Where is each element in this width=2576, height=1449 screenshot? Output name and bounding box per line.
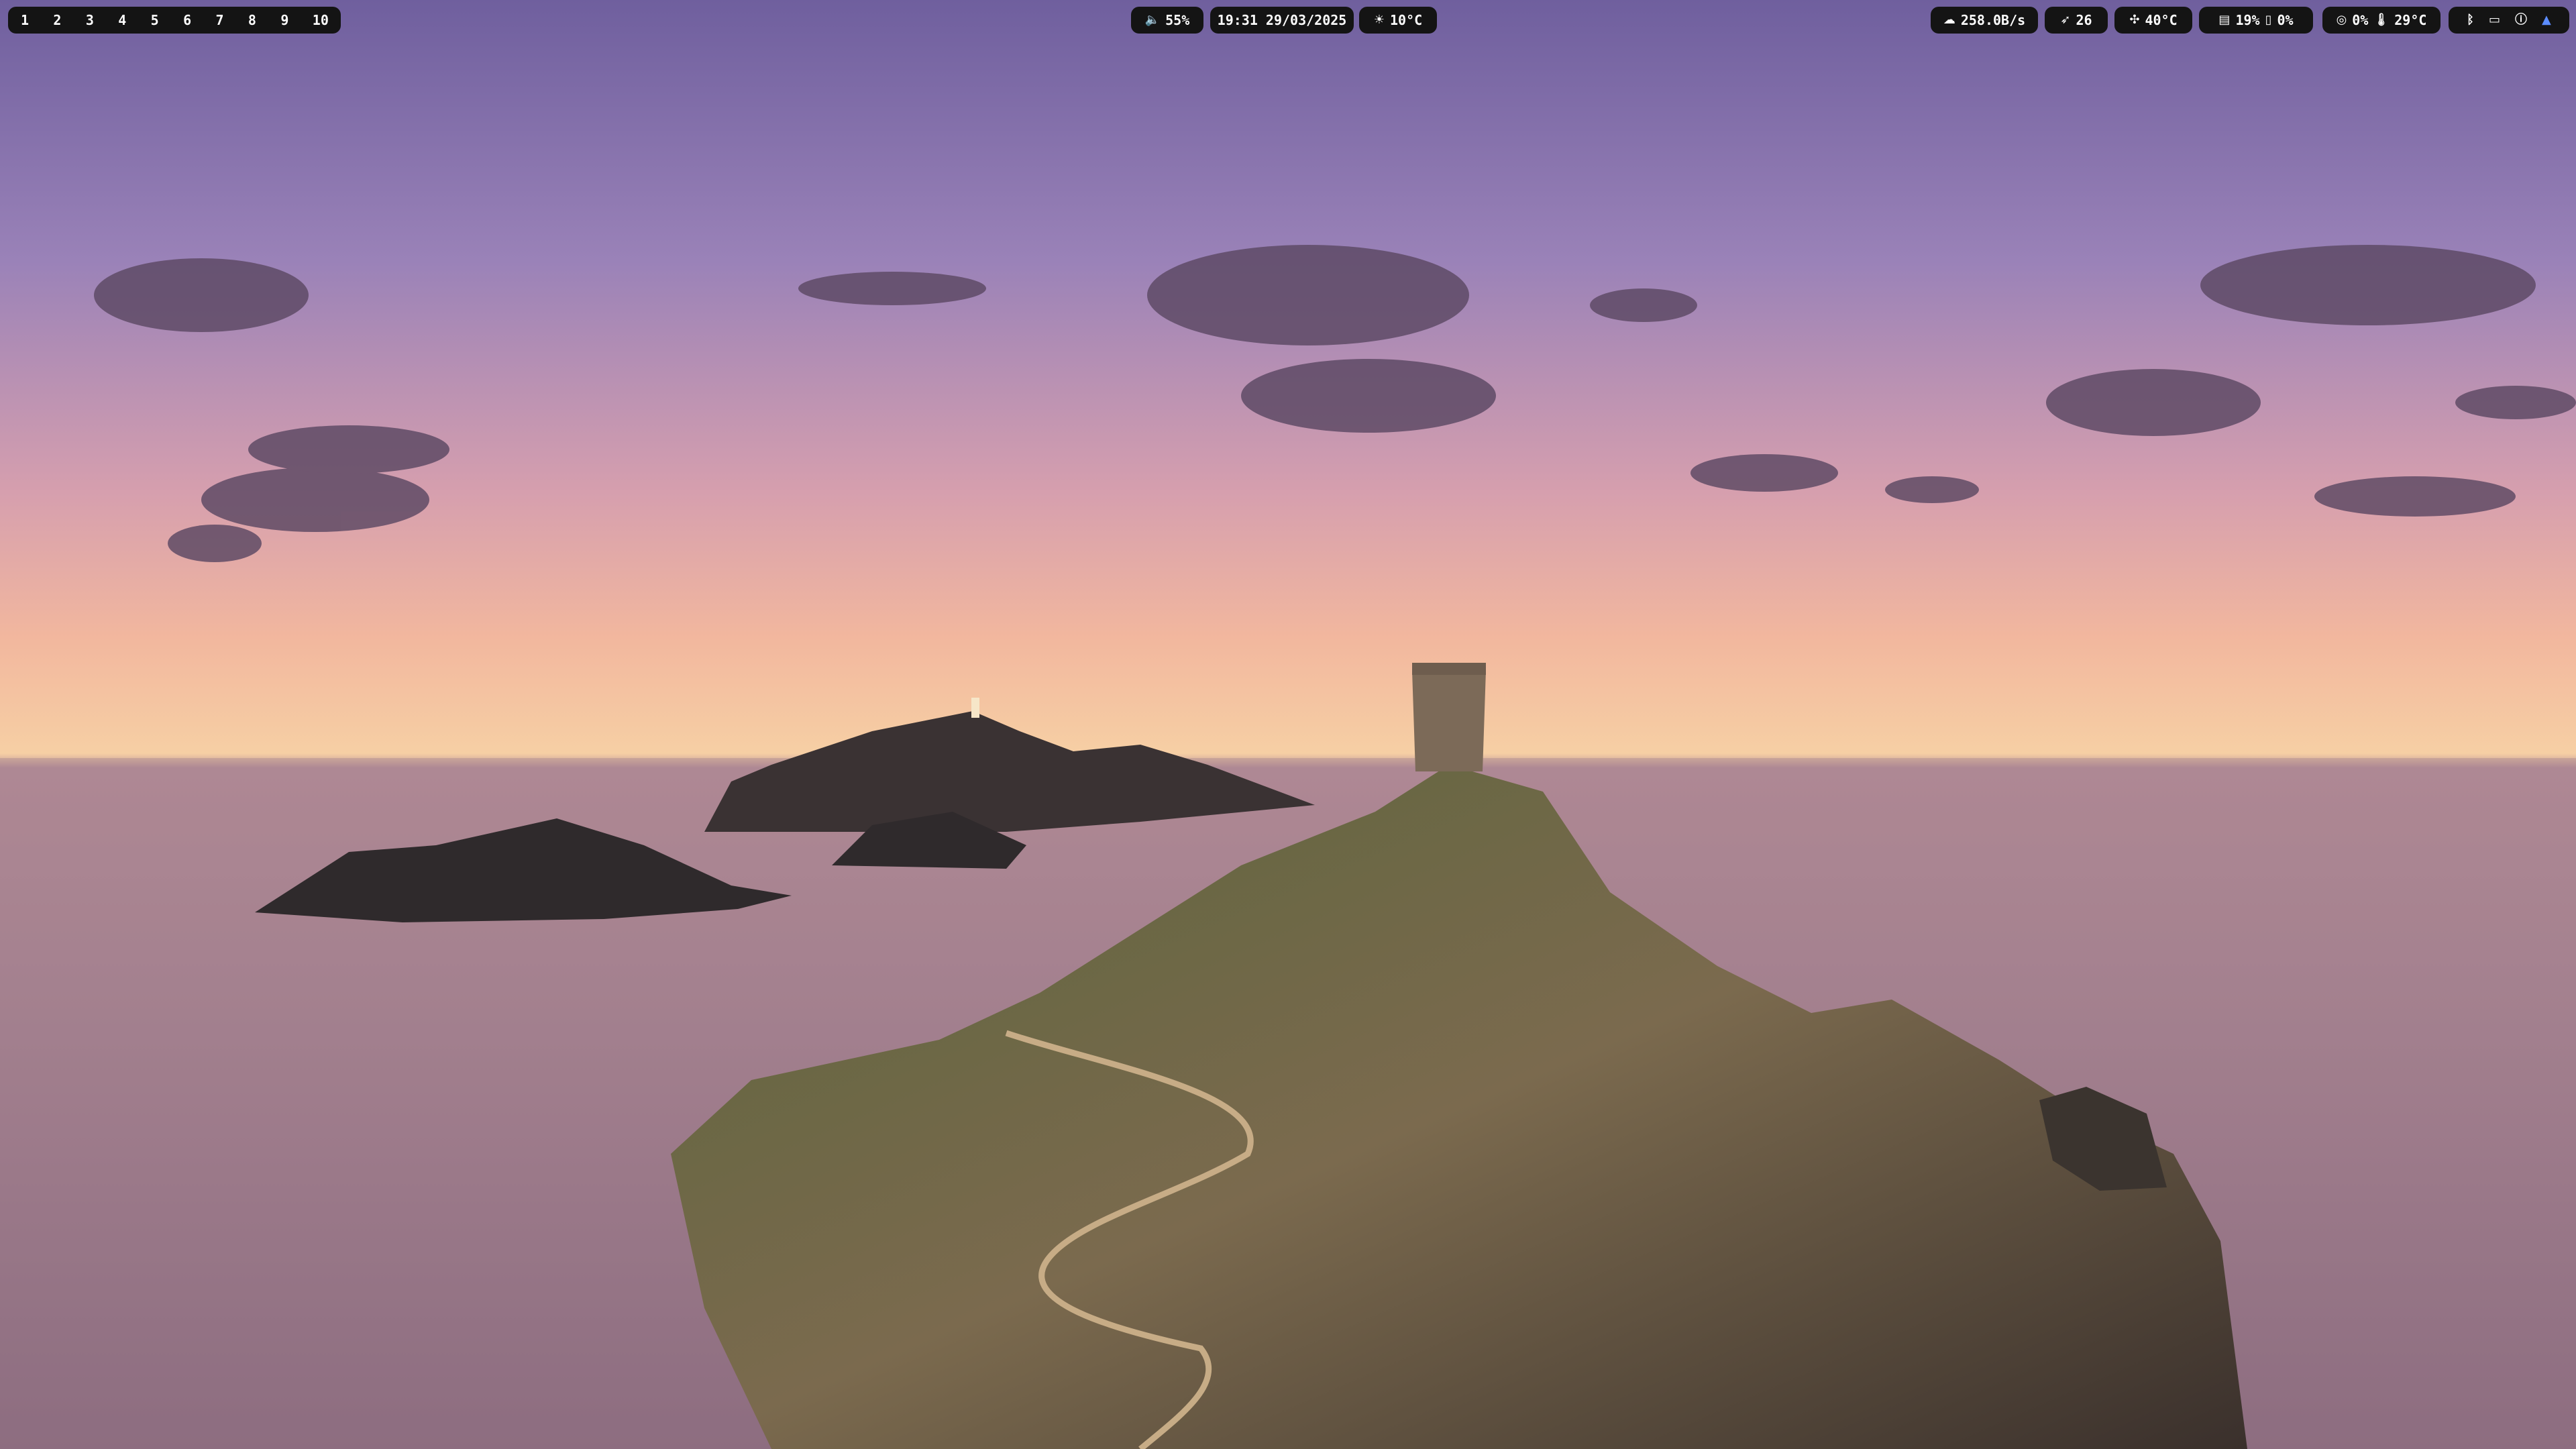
memory-icon: ▤ — [2218, 13, 2231, 27]
triangle-icon[interactable]: ▲ — [2542, 14, 2551, 26]
workspace-1-button[interactable]: 1 — [20, 12, 30, 28]
updates-value: 26 — [2076, 12, 2092, 28]
weather-value: 10°C — [1389, 12, 1423, 28]
workspace-10-button[interactable]: 10 — [313, 12, 329, 28]
memory-module[interactable]: ▤ 19% ▯ 0% — [2199, 7, 2313, 34]
memory-value: 19% — [2235, 12, 2260, 28]
weather-module[interactable]: ☀ 10°C — [1359, 7, 1437, 34]
network-value: 258.0B/s — [1960, 12, 2026, 28]
bluetooth-icon[interactable]: ᛒ — [2467, 14, 2474, 26]
cloud-download-icon: ☁ — [1943, 13, 1955, 27]
system-tray: ᛒ ▭ ⓘ ▲ — [2449, 7, 2569, 34]
workspace-9-button[interactable]: 9 — [280, 12, 289, 28]
volume-module[interactable]: 🔈 55% — [1131, 7, 1203, 34]
updates-module[interactable]: ➶ 26 — [2045, 7, 2108, 34]
volume-value: 55% — [1165, 12, 1190, 28]
workspace-6-button[interactable]: 6 — [182, 12, 192, 28]
desktop-wallpaper — [0, 0, 2576, 1449]
info-icon[interactable]: ⓘ — [2515, 14, 2527, 26]
gpu-temp-value: 40°C — [2145, 12, 2178, 28]
gpu-temp-module[interactable]: ✣ 40°C — [2114, 7, 2192, 34]
thermometer-icon: 🌡 — [2373, 13, 2390, 27]
speaker-icon: 🔈 — [1144, 13, 1161, 27]
sun-icon: ☀ — [1373, 13, 1385, 27]
workspace-3-button[interactable]: 3 — [85, 12, 95, 28]
network-module[interactable]: ☁ 258.0B/s — [1931, 7, 2038, 34]
workspace-8-button[interactable]: 8 — [248, 12, 257, 28]
workspace-5-button[interactable]: 5 — [150, 12, 160, 28]
workspace-7-button[interactable]: 7 — [215, 12, 225, 28]
top-status-bar: 1 2 3 4 5 6 7 8 9 10 🔈 55% 19:31 29/03/2… — [0, 7, 2576, 34]
cpu-value: 0% — [2352, 12, 2369, 28]
workspace-switcher: 1 2 3 4 5 6 7 8 9 10 — [8, 7, 341, 34]
cpu-icon: ◎ — [2336, 13, 2347, 27]
clock-value: 19:31 29/03/2025 — [1217, 12, 1347, 28]
rocket-icon: ➶ — [2060, 13, 2071, 27]
fan-icon: ✣ — [2129, 13, 2140, 27]
clock-module[interactable]: 19:31 29/03/2025 — [1210, 7, 1354, 34]
drive-icon: ▯ — [2265, 13, 2272, 27]
workspace-4-button[interactable]: 4 — [117, 12, 127, 28]
battery-icon[interactable]: ▭ — [2489, 14, 2500, 26]
cpu-temp-value: 29°C — [2394, 12, 2427, 28]
swap-value: 0% — [2277, 12, 2294, 28]
workspace-2-button[interactable]: 2 — [52, 12, 62, 28]
cpu-module[interactable]: ◎ 0% 🌡 29°C — [2322, 7, 2440, 34]
